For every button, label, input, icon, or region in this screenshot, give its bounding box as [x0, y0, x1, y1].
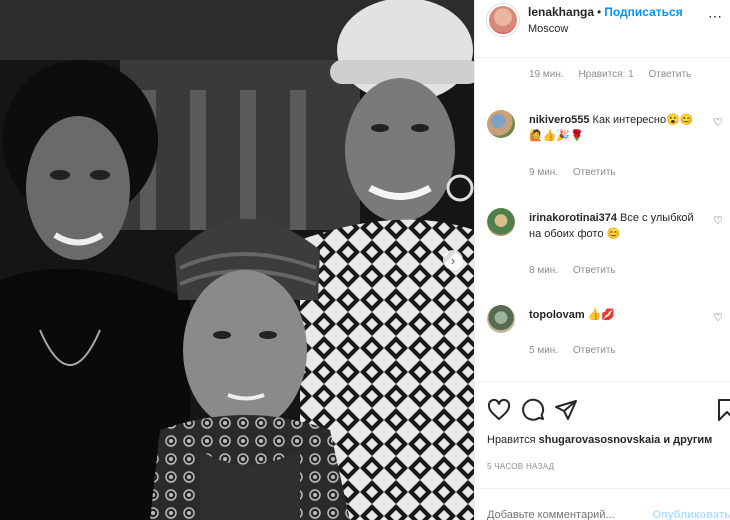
post-comment-button[interactable]: Опубликовать [652, 509, 730, 520]
comment-bubble-icon[interactable] [521, 398, 545, 422]
comment-input[interactable] [487, 509, 657, 520]
bookmark-icon[interactable] [715, 398, 730, 422]
like-heart-icon[interactable] [487, 398, 511, 422]
author-avatar[interactable] [487, 4, 519, 36]
comment-meta: 9 мин. Ответить [529, 167, 628, 178]
likes-others-link[interactable]: и другим [663, 434, 712, 446]
comment-body: irinakorotinai374 Все с улыбкой на обоих … [529, 210, 699, 242]
likes-summary: Нравится shugarovasosnovskaia и другим [487, 434, 712, 446]
more-options-icon[interactable]: ⋯ [708, 8, 723, 25]
comment-time: 5 мин. [529, 345, 559, 356]
post-header: lenakhanga • Подписаться Moscow ⋯ [475, 0, 730, 58]
commenter-avatar[interactable] [487, 208, 515, 236]
black-and-white-photo [0, 0, 474, 520]
commenter-avatar[interactable] [487, 305, 515, 333]
post-details-panel: lenakhanga • Подписаться Moscow ⋯ 19 мин. … [474, 0, 730, 520]
comment-text: 👍💋 [587, 309, 616, 321]
like-comment-heart-icon[interactable]: ♡ [713, 214, 723, 227]
likes-prefix: Нравится [487, 434, 536, 446]
author-username[interactable]: lenakhanga [528, 5, 594, 19]
commenter-username[interactable]: irinakorotinai374 [529, 212, 617, 224]
comment-likes[interactable]: Нравится: 1 [578, 69, 633, 80]
reply-button[interactable]: Ответить [573, 265, 616, 276]
comment-meta: 19 мин. Нравится: 1 Ответить [529, 69, 703, 80]
reply-button[interactable]: Ответить [573, 345, 616, 356]
like-comment-heart-icon[interactable]: ♡ [713, 311, 723, 324]
share-paper-plane-icon[interactable] [554, 398, 578, 422]
carousel-next-button[interactable]: › [443, 250, 463, 270]
chevron-right-icon: › [450, 252, 456, 268]
add-comment-bar: Опубликовать [475, 488, 730, 520]
commenter-username[interactable]: nikivero555 [529, 114, 590, 126]
commenter-avatar[interactable] [487, 110, 515, 138]
like-comment-heart-icon[interactable]: ♡ [713, 116, 723, 129]
comment-time: 19 мин. [529, 69, 564, 80]
reply-button[interactable]: Ответить [648, 69, 691, 80]
comment-time: 9 мин. [529, 167, 559, 178]
post-timestamp[interactable]: 5 часов назад [487, 462, 554, 471]
comment-time: 8 мин. [529, 265, 559, 276]
post-location[interactable]: Moscow [528, 23, 568, 35]
liked-by-username[interactable]: shugarovasosnovskaia [539, 434, 661, 446]
comment-body: nikivero555 Как интересно😮😊 🙋👍🎉🌹 [529, 112, 699, 144]
post-photo[interactable]: › [0, 0, 474, 520]
commenter-username[interactable]: topolovam [529, 309, 585, 321]
follow-button[interactable]: Подписаться [604, 5, 682, 19]
comment-meta: 8 мин. Ответить [529, 265, 628, 276]
comment-body: topolovam 👍💋 [529, 307, 699, 323]
separator-dot: • [597, 5, 602, 19]
post-actions: Нравится shugarovasosnovskaia и другим 5… [475, 381, 730, 501]
comment-meta: 5 мин. Ответить [529, 345, 628, 356]
reply-button[interactable]: Ответить [573, 167, 616, 178]
